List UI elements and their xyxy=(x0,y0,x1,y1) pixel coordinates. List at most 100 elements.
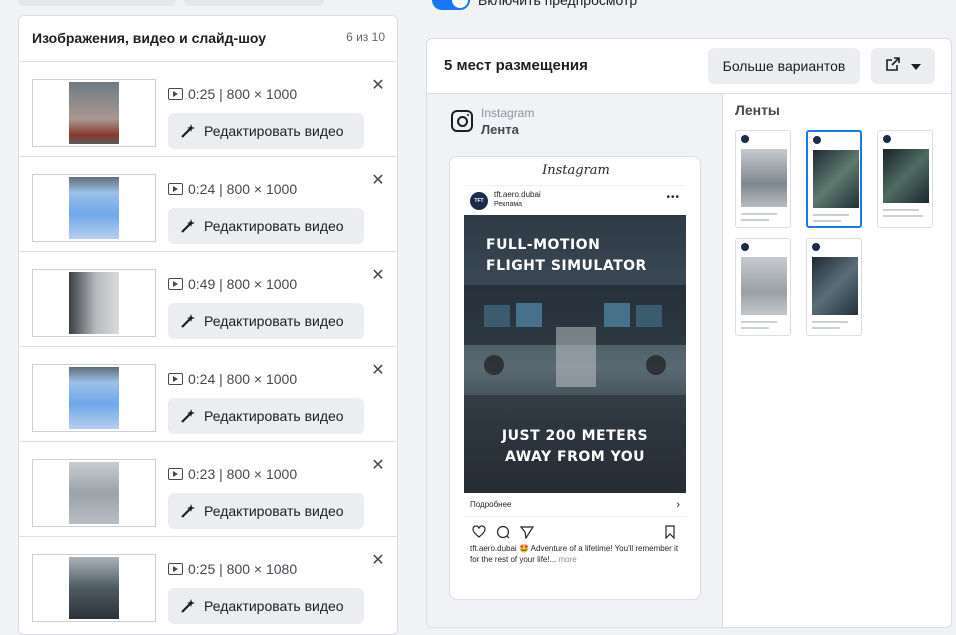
preview-toggle[interactable] xyxy=(432,0,470,10)
media-thumbnail[interactable] xyxy=(32,174,156,242)
media-item: 0:24 | 800 × 1000 Редактировать видео ✕ xyxy=(19,346,397,441)
placements-panel: 5 мест размещения Больше вариантов Insta… xyxy=(426,38,952,628)
edit-video-button[interactable]: Редактировать видео xyxy=(168,208,364,244)
feeds-column: Ленты xyxy=(722,93,951,627)
media-panel-title: Изображения, видео и слайд-шоу xyxy=(32,30,267,46)
cta-bar[interactable]: Подробнее › xyxy=(464,493,686,517)
placement-position: Лента xyxy=(481,122,519,137)
headline-line-1: FULL-MOTION xyxy=(486,237,601,253)
edit-video-button[interactable]: Редактировать видео xyxy=(168,398,364,434)
edit-video-button[interactable]: Редактировать видео xyxy=(168,588,364,624)
ad-preview-area: Instagram Лента Instagram TFT tft.aero.d… xyxy=(427,93,722,627)
media-thumbnail[interactable] xyxy=(32,269,156,337)
post-header: TFT tft.aero.dubai Реклама ••• xyxy=(464,185,686,215)
text-line xyxy=(883,215,923,217)
media-thumbnail[interactable] xyxy=(32,79,156,147)
feed-thumbnail[interactable] xyxy=(877,130,933,228)
magic-wand-icon xyxy=(180,408,196,424)
bookmark-icon[interactable] xyxy=(664,525,678,540)
heart-icon[interactable] xyxy=(472,525,486,539)
text-line xyxy=(741,321,777,323)
feed-thumbnail-selected[interactable] xyxy=(806,130,862,228)
media-item: 0:49 | 800 × 1000 Редактировать видео ✕ xyxy=(19,251,397,346)
media-meta: 0:49 | 800 × 1000 xyxy=(188,276,298,292)
video-frame xyxy=(741,149,787,207)
edit-video-label: Редактировать видео xyxy=(204,503,344,519)
feeds-title: Ленты xyxy=(735,102,780,118)
magic-wand-icon xyxy=(180,218,196,234)
close-icon[interactable]: ✕ xyxy=(371,458,385,474)
edit-video-button[interactable]: Редактировать видео xyxy=(168,493,364,529)
media-meta: 0:23 | 800 × 1000 xyxy=(188,466,298,482)
media-item: 0:23 | 800 × 1000 Редактировать видео ✕ xyxy=(19,441,397,536)
video-icon xyxy=(168,373,183,385)
text-line xyxy=(813,220,841,222)
cta-label: Подробнее xyxy=(470,500,512,509)
video-frame xyxy=(883,149,929,203)
media-meta: 0:25 | 800 × 1080 xyxy=(188,561,298,577)
edit-video-button[interactable]: Редактировать видео xyxy=(168,303,364,339)
media-item: 0:25 | 800 × 1080 Редактировать видео ✕ xyxy=(19,536,397,631)
caret-down-icon xyxy=(911,57,921,75)
top-button-1[interactable] xyxy=(18,0,176,6)
top-button-2[interactable] xyxy=(184,0,324,6)
avatar: TFT xyxy=(470,192,488,210)
avatar xyxy=(741,135,749,143)
magic-wand-icon xyxy=(180,313,196,329)
feed-thumbnail[interactable] xyxy=(735,130,791,228)
placement-network: Instagram xyxy=(481,106,535,120)
video-icon xyxy=(168,183,183,195)
feed-thumbnail[interactable] xyxy=(806,238,862,336)
more-options-button[interactable]: Больше вариантов xyxy=(708,48,860,84)
preview-toggle-label: Включить предпросмотр xyxy=(478,0,638,8)
video-frame xyxy=(813,150,859,208)
video-frame xyxy=(741,257,787,315)
ad-creative[interactable]: FULL-MOTION FLIGHT SIMULATOR JUST 200 ME… xyxy=(464,215,686,493)
more-icon[interactable]: ••• xyxy=(666,192,680,203)
media-item: 0:24 | 800 × 1000 Редактировать видео ✕ xyxy=(19,156,397,251)
edit-video-label: Редактировать видео xyxy=(204,218,344,234)
media-meta: 0:24 | 800 × 1000 xyxy=(188,371,298,387)
edit-video-label: Редактировать видео xyxy=(204,123,344,139)
avatar xyxy=(741,243,749,251)
magic-wand-icon xyxy=(180,503,196,519)
close-icon[interactable]: ✕ xyxy=(371,268,385,284)
video-frame xyxy=(812,257,858,315)
external-link-icon xyxy=(885,56,901,77)
avatar xyxy=(883,135,891,143)
close-icon[interactable]: ✕ xyxy=(371,173,385,189)
video-frame xyxy=(69,272,119,334)
post-account: tft.aero.dubai xyxy=(494,190,541,199)
edit-video-label: Редактировать видео xyxy=(204,313,344,329)
avatar xyxy=(812,243,820,251)
comment-icon[interactable] xyxy=(496,525,510,539)
text-line xyxy=(812,327,840,329)
magic-wand-icon xyxy=(180,598,196,614)
media-thumbnail[interactable] xyxy=(32,459,156,527)
video-frame xyxy=(69,557,119,619)
media-thumbnail[interactable] xyxy=(32,364,156,432)
caption-account: tft.aero.dubai xyxy=(470,544,517,553)
caption-more-link[interactable]: more xyxy=(559,555,577,564)
video-icon xyxy=(168,563,183,575)
close-icon[interactable]: ✕ xyxy=(371,553,385,569)
instagram-icon xyxy=(451,110,473,132)
open-external-button[interactable] xyxy=(871,48,935,84)
media-thumbnail[interactable] xyxy=(32,554,156,622)
feed-thumbnail[interactable] xyxy=(735,238,791,336)
close-icon[interactable]: ✕ xyxy=(371,78,385,94)
media-meta: 0:25 | 800 × 1000 xyxy=(188,86,298,102)
phone-preview: Instagram TFT tft.aero.dubai Реклама ••• xyxy=(449,156,701,600)
share-icon[interactable] xyxy=(519,525,535,540)
edit-video-button[interactable]: Редактировать видео xyxy=(168,113,364,149)
close-icon[interactable]: ✕ xyxy=(371,363,385,379)
footer-line-2: AWAY FROM YOU xyxy=(505,449,645,465)
text-line xyxy=(813,214,849,216)
video-icon xyxy=(168,278,183,290)
video-frame xyxy=(69,177,119,239)
text-line xyxy=(741,219,769,221)
video-frame xyxy=(69,462,119,524)
text-line xyxy=(812,321,848,323)
post-actions xyxy=(464,521,686,541)
video-frame xyxy=(69,82,119,144)
